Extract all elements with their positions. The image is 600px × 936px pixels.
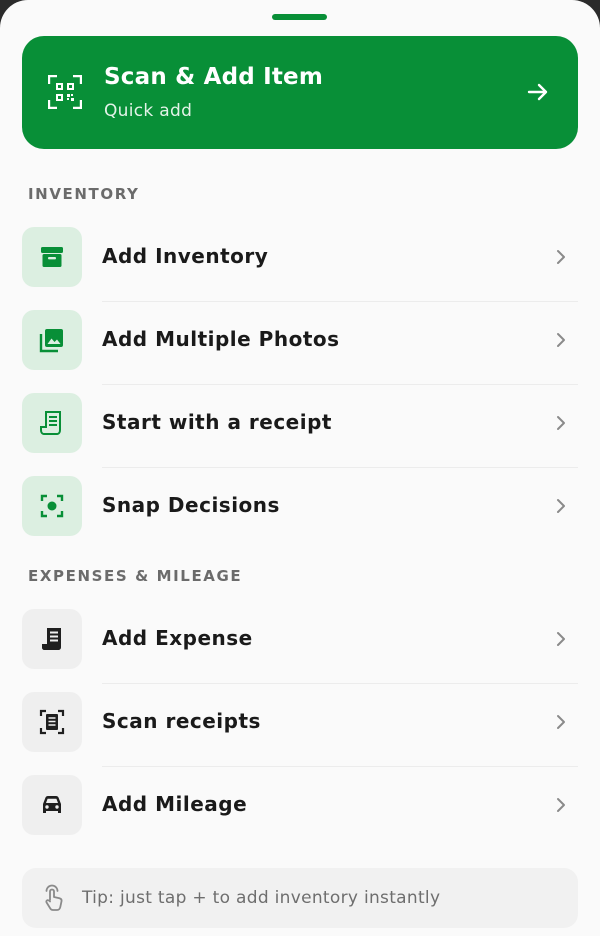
tap-hand-icon	[45, 884, 63, 911]
chevron-right-icon	[557, 416, 565, 430]
scan-receipts-tile	[22, 692, 82, 752]
menu-item-add-mileage[interactable]: Add Mileage	[22, 767, 578, 850]
hero-subtitle: Quick add	[104, 101, 193, 121]
archive-box-icon	[41, 247, 63, 267]
car-icon	[43, 796, 61, 813]
menu-item-add-inventory[interactable]: Add Inventory	[22, 219, 578, 302]
menu-item-label: Snap Decisions	[102, 493, 280, 517]
add-expense-tile	[22, 609, 82, 669]
menu-item-label: Add Expense	[102, 626, 253, 650]
camera-focus-icon	[40, 494, 64, 518]
add-multiple-photos-tile	[22, 310, 82, 370]
start-with-receipt-tile	[22, 393, 82, 453]
menu-item-label: Add Multiple Photos	[102, 327, 340, 351]
tip-text: Tip: just tap + to add inventory instant…	[82, 888, 441, 908]
qr-scan-icon	[48, 75, 82, 109]
receipt-icon	[40, 411, 61, 435]
chevron-right-icon	[557, 632, 565, 646]
chevron-right-icon	[557, 499, 565, 513]
menu-item-start-with-receipt[interactable]: Start with a receipt	[22, 385, 578, 468]
menu-item-scan-receipts[interactable]: Scan receipts	[22, 684, 578, 767]
hero-title: Scan & Add Item	[104, 64, 324, 90]
chevron-right-icon	[557, 333, 565, 347]
menu-item-add-expense[interactable]: Add Expense	[22, 601, 578, 684]
menu-item-label: Add Inventory	[102, 244, 269, 268]
menu-item-add-multiple-photos[interactable]: Add Multiple Photos	[22, 302, 578, 385]
tip-banner: Tip: just tap + to add inventory instant…	[22, 868, 578, 928]
section-header-inventory: INVENTORY	[28, 185, 140, 203]
bottom-sheet: Scan & Add Item Quick add INVENTORY Add …	[0, 0, 600, 936]
snap-decisions-tile	[22, 476, 82, 536]
add-mileage-tile	[22, 775, 82, 835]
section-header-expenses: EXPENSES & MILEAGE	[28, 567, 243, 585]
document-scanner-icon	[39, 709, 65, 735]
menu-item-label: Add Mileage	[102, 792, 248, 816]
receipt-long-icon	[42, 628, 61, 650]
drag-handle[interactable]	[272, 14, 327, 20]
photo-library-icon	[39, 329, 63, 353]
chevron-right-icon	[557, 715, 565, 729]
menu-item-label: Start with a receipt	[102, 410, 332, 434]
chevron-right-icon	[557, 250, 565, 264]
scan-add-item-button[interactable]: Scan & Add Item Quick add	[22, 36, 578, 149]
menu-item-snap-decisions[interactable]: Snap Decisions	[22, 468, 578, 551]
menu-item-label: Scan receipts	[102, 709, 261, 733]
chevron-right-icon	[557, 798, 565, 812]
arrow-right-icon	[527, 83, 548, 101]
add-inventory-tile	[22, 227, 82, 287]
